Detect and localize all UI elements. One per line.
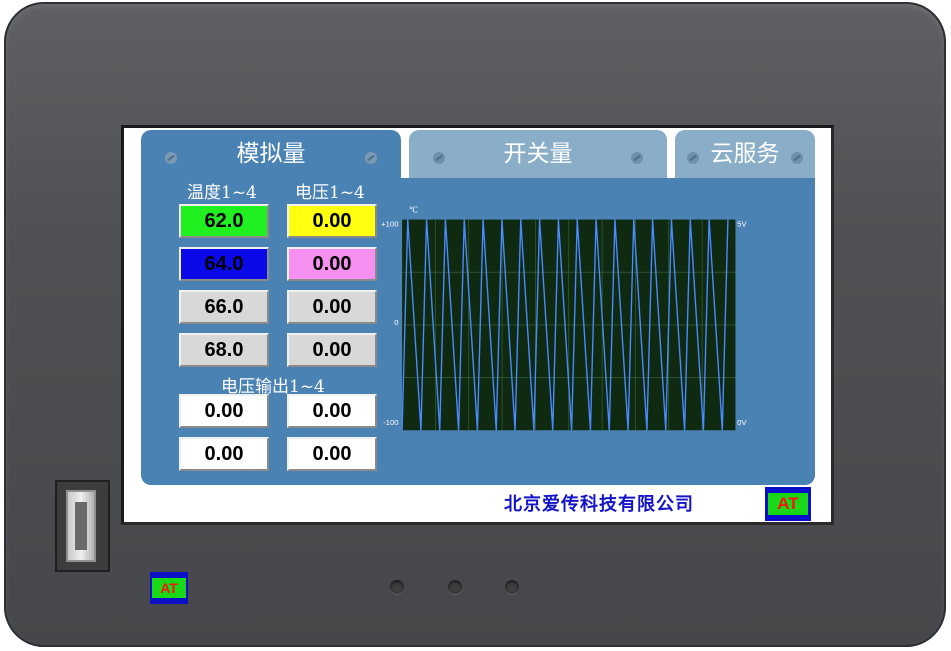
volt-value-1[interactable]: 0.00 bbox=[287, 204, 377, 238]
indicator-led-3 bbox=[505, 580, 519, 594]
tab-switch-label: 开关量 bbox=[503, 141, 573, 167]
y2-tick-bottom: 0V bbox=[737, 418, 747, 427]
screw-icon bbox=[687, 152, 699, 164]
indicator-led-2 bbox=[448, 580, 462, 594]
volt-label: 电压1~4 bbox=[295, 183, 365, 203]
screw-icon bbox=[791, 152, 803, 164]
temp-value-1[interactable]: 62.0 bbox=[179, 204, 269, 238]
output-value-2[interactable]: 0.00 bbox=[287, 394, 377, 428]
tab-cloud[interactable]: 云服务 bbox=[675, 130, 815, 178]
company-name: 北京爱传科技有限公司 bbox=[504, 494, 694, 515]
volt-value-4[interactable]: 0.00 bbox=[287, 333, 377, 367]
screw-icon bbox=[365, 152, 377, 164]
company-logo-text: AT bbox=[768, 493, 808, 515]
output-value-3[interactable]: 0.00 bbox=[179, 437, 269, 471]
hmi-screen: 模拟量 开关量 云服务 温度1~4 电压1~4 62.0 64.0 66.0 6… bbox=[121, 125, 834, 525]
tab-cloud-label: 云服务 bbox=[710, 141, 780, 167]
volt-value-2[interactable]: 0.00 bbox=[287, 247, 377, 281]
output-value-1[interactable]: 0.00 bbox=[179, 394, 269, 428]
screw-icon bbox=[165, 152, 177, 164]
output-value-4[interactable]: 0.00 bbox=[287, 437, 377, 471]
chart-unit-label: ℃ bbox=[409, 206, 418, 215]
indicator-led-1 bbox=[390, 580, 404, 594]
company-logo: AT bbox=[765, 487, 811, 521]
temp-value-4[interactable]: 68.0 bbox=[179, 333, 269, 367]
screw-icon bbox=[631, 152, 643, 164]
usb-port[interactable] bbox=[66, 490, 96, 562]
y-tick-bottom: -100 bbox=[383, 418, 399, 427]
volt-value-3[interactable]: 0.00 bbox=[287, 290, 377, 324]
y-tick-top: +100 bbox=[381, 219, 399, 228]
temp-label: 温度1~4 bbox=[187, 183, 257, 203]
device-logo: AT bbox=[150, 572, 188, 604]
tab-analog-label: 模拟量 bbox=[236, 141, 306, 167]
temp-value-3[interactable]: 66.0 bbox=[179, 290, 269, 324]
tab-switch[interactable]: 开关量 bbox=[409, 130, 667, 178]
temp-value-2[interactable]: 64.0 bbox=[179, 247, 269, 281]
y2-tick-top: 5V bbox=[737, 219, 747, 228]
device-logo-text: AT bbox=[152, 578, 186, 598]
usb-port-frame bbox=[55, 480, 110, 572]
tab-analog[interactable]: 模拟量 bbox=[141, 130, 401, 182]
screw-icon bbox=[433, 152, 445, 164]
analog-panel: 温度1~4 电压1~4 62.0 64.0 66.0 68.0 0.00 0.0… bbox=[141, 178, 815, 485]
y-tick-mid: 0 bbox=[394, 318, 399, 327]
usb-slot-icon bbox=[75, 502, 87, 550]
trend-chart: ℃ +100 0 -100 5V 0V bbox=[381, 206, 748, 431]
